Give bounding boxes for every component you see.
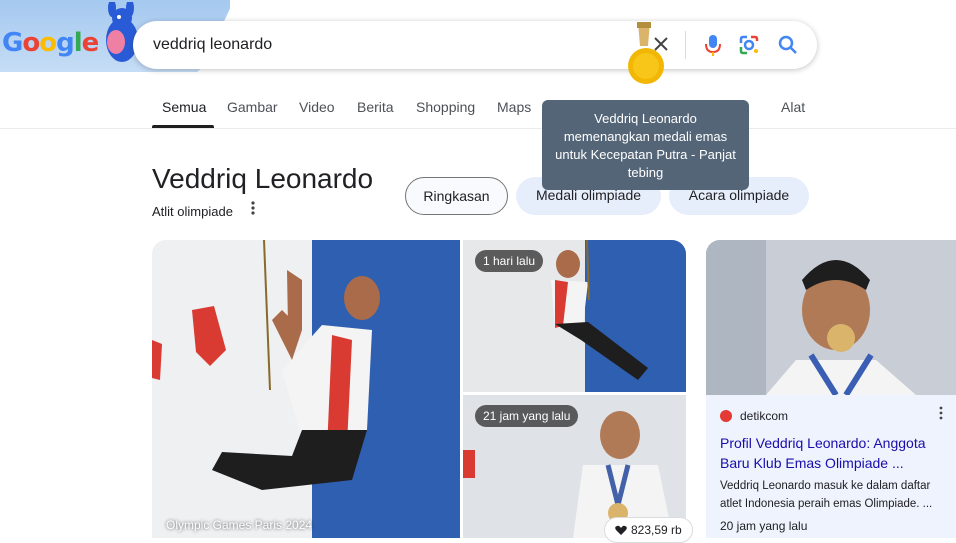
tab-gambar[interactable]: Gambar [227, 99, 278, 115]
likes-count: 823,59 rb [631, 523, 682, 537]
search-divider [685, 31, 686, 59]
athlete-biting-medal-photo-icon [706, 240, 956, 395]
mic-icon [705, 35, 721, 56]
heart-icon [615, 526, 627, 536]
time-badge: 21 jam yang lalu [475, 405, 579, 427]
thumbnail-image-top[interactable]: 1 hari lalu [463, 240, 686, 392]
logo-letter: o [22, 28, 40, 58]
news-image[interactable] [706, 240, 956, 395]
news-more-options-button[interactable] [938, 406, 944, 423]
tab-berita[interactable]: Berita [357, 99, 394, 115]
tab-video[interactable]: Video [299, 99, 335, 115]
more-vert-icon [251, 201, 255, 215]
entity-title: Veddriq Leonardo [152, 163, 374, 194]
time-badge: 1 hari lalu [475, 250, 544, 272]
entity-subtitle: Atlit olimpiade [152, 204, 233, 219]
news-title-link[interactable]: Profil Veddriq Leonardo: Anggota Baru Kl… [720, 433, 950, 473]
gold-medal-icon[interactable] [626, 20, 668, 90]
logo-letter: g [56, 28, 75, 58]
search-icon [778, 35, 797, 54]
likes-badge: 823,59 rb [604, 517, 693, 543]
lens-icon [739, 35, 759, 55]
news-card[interactable]: detikcom Profil Veddriq Leonardo: Anggot… [706, 240, 956, 538]
chip-ringkasan[interactable]: Ringkasan [405, 177, 508, 215]
tab-semua[interactable]: Semua [162, 99, 206, 115]
logo-letter: o [39, 28, 57, 58]
logo-letter: G [2, 28, 23, 58]
detikcom-favicon-icon [720, 410, 732, 422]
medal-tooltip: Veddriq Leonardo memenangkan medali emas… [542, 100, 749, 190]
logo-letter: l [73, 28, 83, 58]
search-box[interactable] [133, 21, 817, 69]
image-caption: Olympic Games Paris 2024 [166, 518, 313, 532]
more-options-button[interactable] [248, 200, 258, 219]
search-button[interactable] [774, 31, 802, 59]
news-source: detikcom [740, 409, 789, 423]
climber-photo-icon [152, 240, 460, 538]
main-image[interactable]: Olympic Games Paris 2024 [152, 240, 460, 538]
tabs-divider [0, 128, 956, 129]
news-time: 20 jam yang lalu [720, 519, 808, 533]
tab-maps[interactable]: Maps [497, 99, 531, 115]
search-input[interactable] [153, 21, 623, 69]
tab-shopping[interactable]: Shopping [416, 99, 475, 115]
more-vert-icon [939, 406, 943, 420]
voice-search-button[interactable] [699, 31, 727, 59]
news-snippet: Veddriq Leonardo masuk ke dalam daftar a… [720, 480, 933, 510]
tab-alat[interactable]: Alat [781, 99, 805, 115]
google-logo-text: Google [2, 28, 99, 58]
lens-search-button[interactable] [735, 31, 763, 59]
